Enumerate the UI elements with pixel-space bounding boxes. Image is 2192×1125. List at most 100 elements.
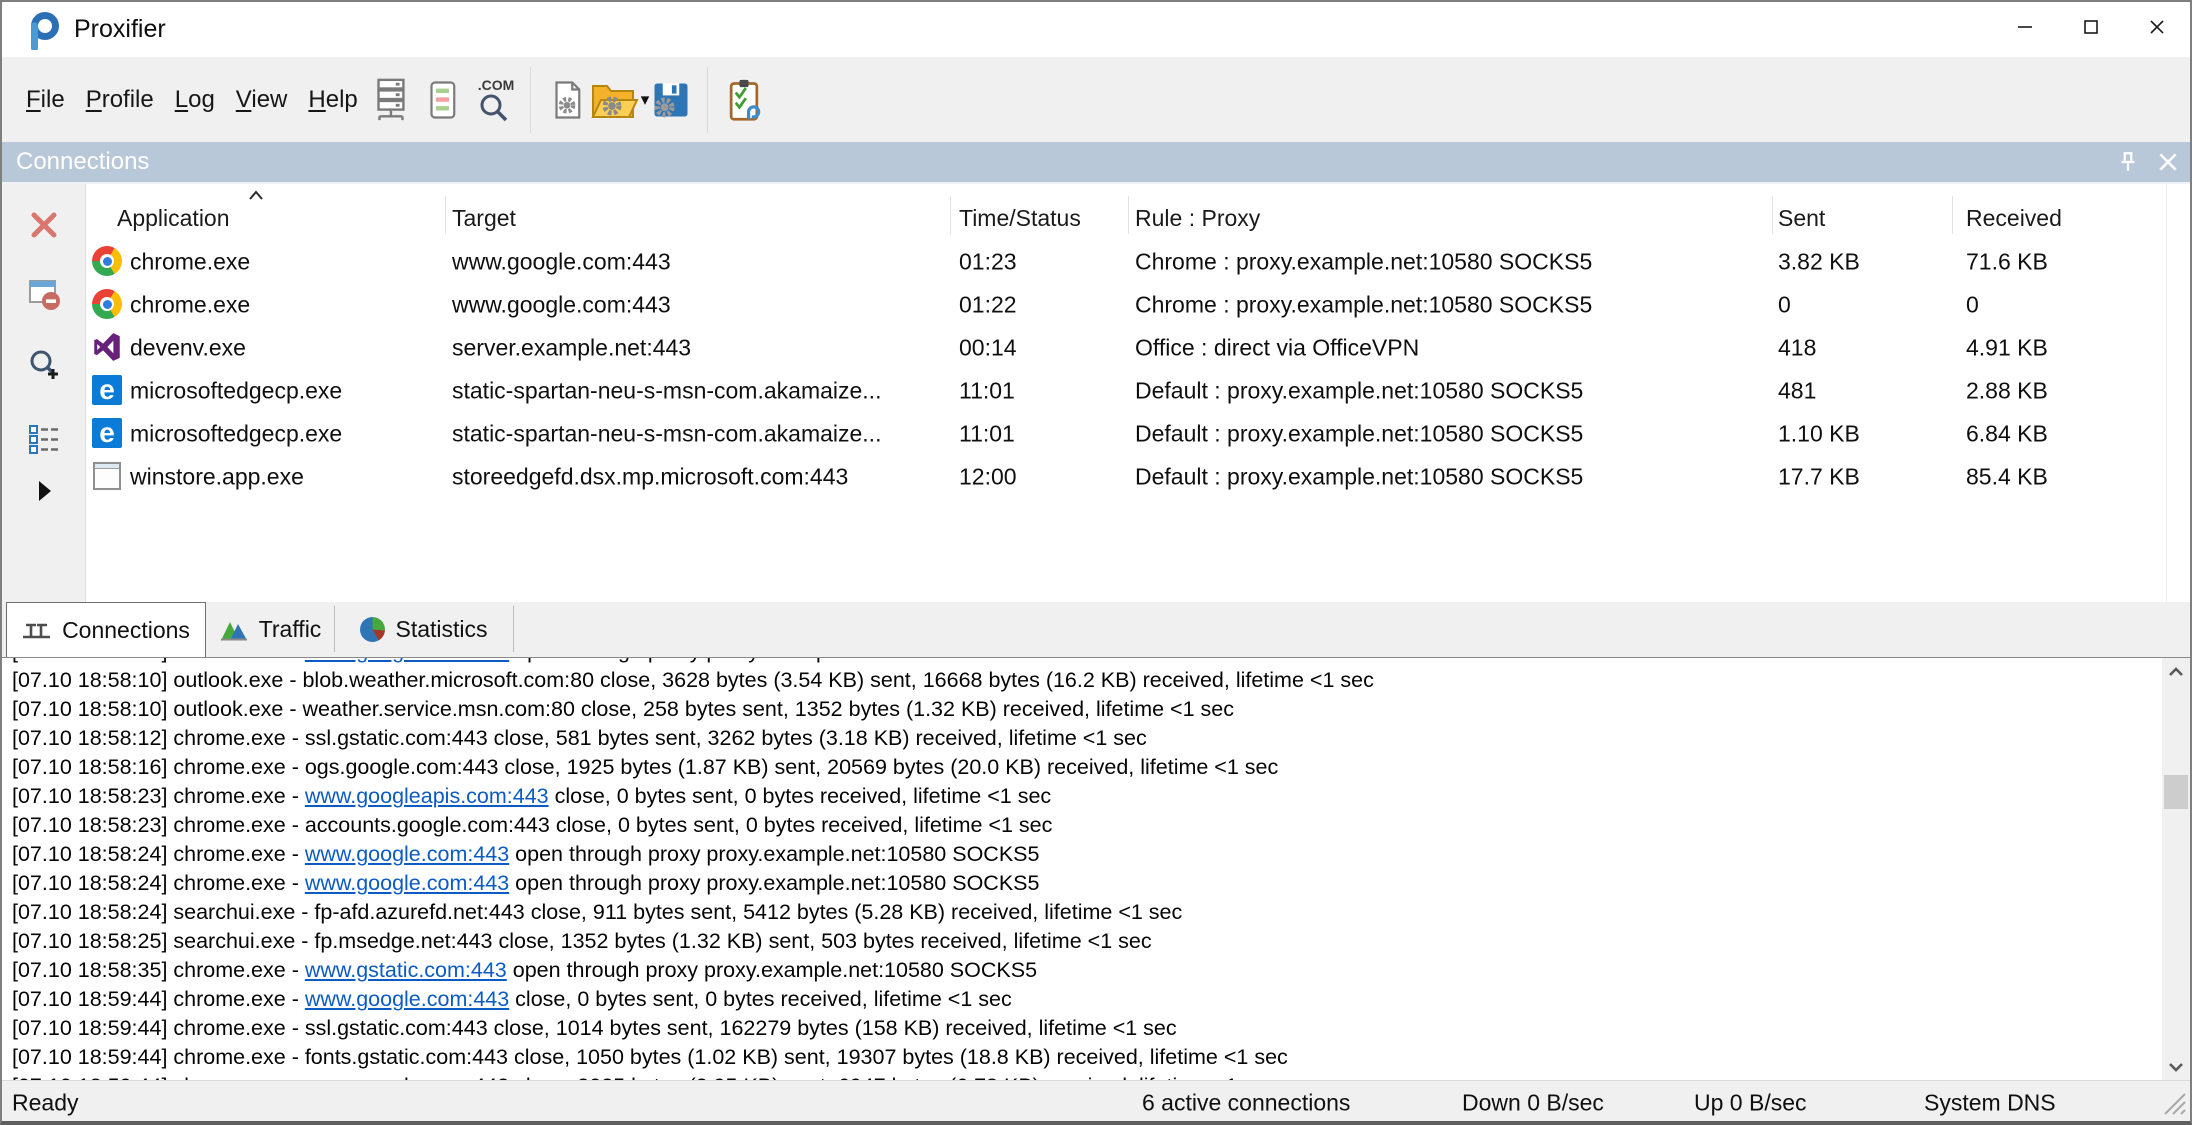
open-profile-dropdown-button[interactable]: ▾ <box>593 72 645 128</box>
menu-log[interactable]: Log <box>172 84 218 116</box>
cell-application: microsoftedgecp.exe <box>130 377 435 404</box>
sort-asc-icon <box>247 180 265 207</box>
expand-more-icon <box>33 478 55 509</box>
connection-row[interactable]: chrome.exewww.google.com:44301:22Chrome … <box>87 283 2190 326</box>
column-header-rule[interactable]: Rule : Proxy <box>1135 205 1260 232</box>
column-divider[interactable] <box>1772 196 1773 234</box>
log-link[interactable]: www.googleapis.com:443 <box>305 784 549 808</box>
cell-target: server.example.net:443 <box>452 334 947 361</box>
table-header: Application Target Time/Status Rule : Proxy… <box>87 184 2190 240</box>
dotcom-check-icon: .COM <box>470 76 518 124</box>
column-header-target[interactable]: Target <box>452 205 516 232</box>
cell-sent: 481 <box>1778 377 1953 404</box>
title-bar: Proxifier <box>2 2 2190 57</box>
scroll-down-icon[interactable] <box>2162 1054 2190 1080</box>
resize-grip[interactable] <box>2161 1090 2187 1121</box>
minimize-icon <box>2015 17 2035 42</box>
close-button[interactable] <box>2124 2 2190 56</box>
tab-statistics[interactable]: Statistics <box>335 606 514 652</box>
expand-more-button[interactable] <box>2 478 86 509</box>
log-link[interactable]: www.google.com:443 <box>305 842 509 866</box>
profile-settings-icon <box>546 77 588 123</box>
log-text: [07.10 18:58:10] outlook.exe - weather.s… <box>12 697 1234 721</box>
maximize-button[interactable] <box>2058 2 2124 56</box>
log-link[interactable]: www.google.com:443 <box>305 987 509 1011</box>
column-header-sent[interactable]: Sent <box>1778 205 1825 232</box>
log-text: [07.10 18:58:25] searchui.exe - fp.msedg… <box>12 929 1152 953</box>
tab-label: Traffic <box>259 616 322 643</box>
scrollbar-thumb[interactable] <box>2164 775 2188 809</box>
log-text: [07.10 18:59:44] chrome.exe - <box>12 987 305 1011</box>
log-line: [07.10 18:58:25] searchui.exe - fp.msedg… <box>12 927 2156 956</box>
check-proxies-button[interactable] <box>718 72 770 128</box>
cell-time: 11:01 <box>959 377 1124 404</box>
chrome-icon <box>92 289 122 319</box>
column-header-time[interactable]: Time/Status <box>959 205 1081 232</box>
connection-row[interactable]: devenv.exeserver.example.net:44300:14Off… <box>87 326 2190 369</box>
menu-help[interactable]: Help <box>305 84 360 116</box>
status-up-rate: Up 0 B/sec <box>1694 1089 1807 1116</box>
log-output: [07.10 18:58:10] chrome.exe - www.google… <box>2 658 2190 1080</box>
cell-sent: 1.10 KB <box>1778 420 1953 447</box>
search-connections-icon <box>27 348 61 387</box>
connection-details-icon <box>27 422 61 463</box>
cell-time: 01:22 <box>959 291 1124 318</box>
cell-received: 2.88 KB <box>1966 377 2161 404</box>
log-link[interactable]: www.google.com:443 <box>305 658 509 663</box>
log-line-clipped-top: [07.10 18:58:10] chrome.exe - www.google… <box>12 658 2156 666</box>
column-divider[interactable] <box>950 196 951 234</box>
menu-profile[interactable]: Profile <box>83 84 157 116</box>
profile-settings-button[interactable] <box>541 72 593 128</box>
menu-view[interactable]: View <box>233 84 291 116</box>
abort-connection-button[interactable] <box>2 276 86 317</box>
search-connections-button[interactable] <box>2 348 86 387</box>
log-text: [07.10 18:58:24] chrome.exe - <box>12 871 305 895</box>
cell-rule: Chrome : proxy.example.net:10580 SOCKS5 <box>1135 248 1765 275</box>
scroll-up-icon[interactable] <box>2162 658 2190 684</box>
column-divider[interactable] <box>1952 196 1953 234</box>
close-connection-button[interactable] <box>2 208 86 247</box>
window-title: Proxifier <box>74 15 166 44</box>
connection-row[interactable]: chrome.exewww.google.com:44301:23Chrome … <box>87 240 2190 283</box>
proxy-servers-button[interactable] <box>364 72 416 128</box>
column-divider[interactable] <box>445 196 446 234</box>
status-ready: Ready <box>12 1089 78 1116</box>
menu-file[interactable]: File <box>23 84 68 116</box>
statistics-tab-icon <box>360 617 385 642</box>
tab-label: Connections <box>62 617 190 644</box>
proxifier-logo-icon <box>22 10 62 50</box>
status-active-connections: 6 active connections <box>1142 1089 1350 1116</box>
bottom-tabs: Connections Traffic Statistics <box>2 602 2190 658</box>
log-link[interactable]: www.google.com:443 <box>305 871 509 895</box>
cell-received: 4.91 KB <box>1966 334 2161 361</box>
connection-details-button[interactable] <box>2 422 86 463</box>
cell-rule: Default : proxy.example.net:10580 SOCKS5 <box>1135 463 1765 490</box>
column-divider[interactable] <box>1128 196 1129 234</box>
dotcom-check-button[interactable]: .COM <box>468 72 520 128</box>
log-text: open through proxy proxy.example.net:105… <box>509 871 1039 895</box>
edge-icon: e <box>92 375 122 405</box>
close-icon <box>2147 17 2167 42</box>
log-link[interactable]: www.gstatic.com:443 <box>305 958 507 982</box>
tab-traffic[interactable]: Traffic <box>206 606 335 652</box>
connection-row[interactable]: e microsoftedgecp.exestatic-spartan-neu-… <box>87 412 2190 455</box>
cell-application: devenv.exe <box>130 334 435 361</box>
save-profile-button[interactable] <box>645 72 697 128</box>
tab-label: Statistics <box>395 616 487 643</box>
panel-close-icon[interactable] <box>2156 150 2180 179</box>
status-dns: System DNS <box>1924 1089 2056 1116</box>
window-controls <box>1992 2 2190 56</box>
connection-row[interactable]: winstore.app.exestoreedgefd.dsx.mp.micro… <box>87 455 2190 498</box>
minimize-button[interactable] <box>1992 2 2058 56</box>
log-scrollbar[interactable] <box>2162 658 2190 1080</box>
connection-row[interactable]: e microsoftedgecp.exestatic-spartan-neu-… <box>87 369 2190 412</box>
log-window-button[interactable] <box>416 72 468 128</box>
log-text: open through proxy proxy.example.net:105… <box>507 958 1037 982</box>
log-line: [07.10 18:58:24] chrome.exe - www.google… <box>12 869 2156 898</box>
toolbar-separator <box>707 67 708 133</box>
proxifier-window: Proxifier File Profile Log View Help .COM ▾ C… <box>0 0 2192 1125</box>
pin-icon[interactable] <box>2116 150 2140 179</box>
column-header-application[interactable]: Application <box>117 205 230 232</box>
column-header-received[interactable]: Received <box>1966 205 2062 232</box>
tab-connections[interactable]: Connections <box>6 602 206 657</box>
